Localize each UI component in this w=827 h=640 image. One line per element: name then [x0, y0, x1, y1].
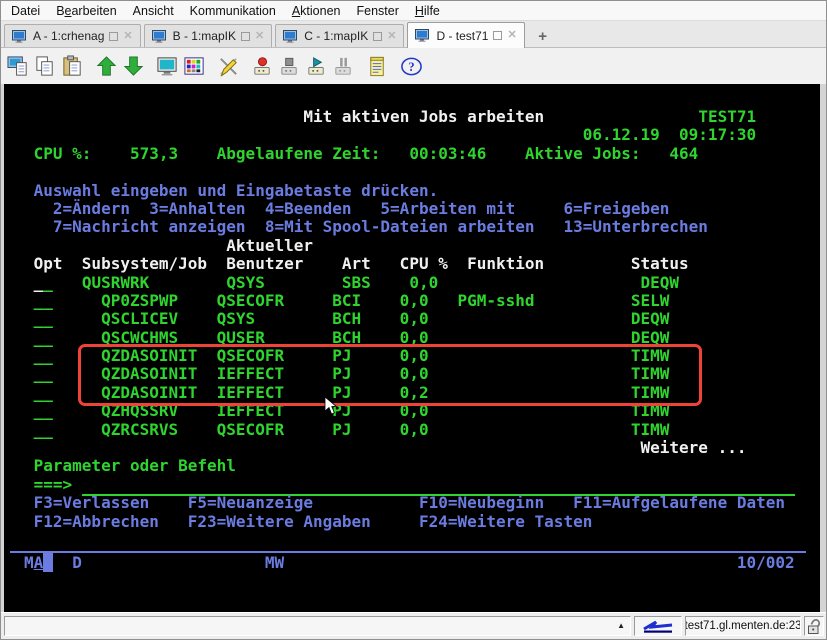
close-icon[interactable]: ✕: [255, 31, 264, 42]
toolbar: ?: [1, 48, 826, 84]
menu-datei[interactable]: Datei: [3, 2, 48, 20]
notes-icon: [366, 55, 389, 78]
terminal-row: Auswahl eingeben und Eingabetaste drücke…: [24, 182, 820, 200]
menu-hilfe[interactable]: Hilfe: [407, 2, 448, 20]
terminal-row: Parameter oder Befehl: [24, 457, 820, 475]
session-monitor-icon: [283, 30, 299, 43]
terminal-row: __ QZDASOINIT IEFFECT PJ 0,2 TIMW: [24, 384, 820, 402]
terminal-row: __ QZRCSRVS QSECOFR PJ 0,0 TIMW: [24, 421, 820, 439]
svg-text:?: ?: [408, 59, 414, 73]
receive-file-icon: [122, 55, 145, 78]
tab-bar-strip: A - 1:crhenag✕B - 1:mapIK✕C - 1:mapIK✕D …: [1, 21, 826, 48]
copy-screen-button[interactable]: [5, 52, 32, 80]
close-icon[interactable]: ✕: [387, 31, 396, 42]
terminal-row: F12=Abbrechen F23=Weitere Angaben F24=We…: [24, 513, 820, 531]
color-map-button[interactable]: [181, 52, 208, 80]
terminal-row: Weitere ...: [24, 439, 820, 457]
terminal-row: 2=Ändern 3=Anhalten 4=Beenden 5=Arbeiten…: [24, 200, 820, 218]
session-tab-c[interactable]: C - 1:mapIK ✕: [275, 24, 404, 47]
session-monitor-icon: [12, 30, 28, 43]
session-monitor-icon: [152, 30, 168, 43]
copy-icon: [34, 55, 57, 78]
tab-bar: A - 1:crhenag✕B - 1:mapIK✕C - 1:mapIK✕D …: [4, 22, 528, 47]
paste-button[interactable]: [59, 52, 86, 80]
terminal-row: __ QZHQSSRV IEFFECT PJ 0,0 TIMW: [24, 402, 820, 420]
help-icon: ?: [400, 55, 423, 78]
terminal-row: __ QZDASOINIT QSECOFR PJ 0,0 TIMW: [24, 347, 820, 365]
status-message-area: ▲: [4, 616, 631, 636]
host-address: test71.gl.menten.de:23: [685, 616, 801, 636]
lightning-icon: [641, 619, 675, 634]
notes-button[interactable]: [364, 52, 391, 80]
unlocked-padlock-icon: [807, 618, 822, 635]
terminal-row: ===>: [24, 476, 820, 494]
receive-file-button[interactable]: [120, 52, 147, 80]
edit-keymap-icon: [217, 55, 240, 78]
terminal-row: CPU %: 573,3 Abgelaufene Zeit: 00:03:46 …: [24, 145, 820, 163]
terminal-area[interactable]: Mit aktiven Jobs arbeiten TEST71 06.12.1…: [1, 84, 826, 612]
terminal-row: [24, 163, 820, 181]
edit-keymap-button[interactable]: [215, 52, 242, 80]
terminal-row: 06.12.19 09:17:30: [24, 126, 820, 144]
restore-window-icon[interactable]: [373, 32, 382, 41]
stop-macro-button[interactable]: [276, 52, 303, 80]
record-macro-button[interactable]: [249, 52, 276, 80]
close-icon[interactable]: ✕: [123, 31, 132, 42]
terminal-row: Opt Subsystem/Job Benutzer Art CPU % Fun…: [24, 255, 820, 273]
menu-bar: DateiBearbeitenAnsichtKommunikationAktio…: [1, 1, 826, 21]
terminal-row: __ QSCLICEV QSYS BCH 0,0 DEQW: [24, 310, 820, 328]
display-icon: [156, 55, 179, 78]
menu-aktionen[interactable]: Aktionen: [284, 2, 349, 20]
stop-macro-icon: [278, 55, 301, 78]
pause-macro-icon: [332, 55, 355, 78]
terminal-row: __ QUSRWRK QSYS SBS 0,0 DEQW: [24, 274, 820, 292]
help-button[interactable]: ?: [398, 52, 425, 80]
menu-fenster[interactable]: Fenster: [348, 2, 406, 20]
terminal-row: Aktueller: [24, 237, 820, 255]
session-monitor-icon: [415, 29, 431, 42]
color-map-icon: [183, 55, 206, 78]
tab-label: B - 1:mapIK: [173, 29, 236, 43]
pause-macro-button[interactable]: [330, 52, 357, 80]
terminal-row: __ QP0ZSPWP QSECOFR BCI 0,0 PGM-sshd SEL…: [24, 292, 820, 310]
session-tab-d[interactable]: D - test71 ✕: [407, 22, 524, 48]
oia-cursor-block: [43, 553, 53, 572]
play-macro-button[interactable]: [303, 52, 330, 80]
tab-label: C - 1:mapIK: [304, 29, 368, 43]
tab-label: D - test71: [436, 29, 488, 43]
restore-window-icon[interactable]: [241, 32, 250, 41]
send-file-icon: [95, 55, 118, 78]
terminal-row: 7=Nachricht anzeigen 8=Mit Spool-Dateien…: [24, 218, 820, 236]
paste-icon: [61, 55, 84, 78]
terminal-screen[interactable]: Mit aktiven Jobs arbeiten TEST71 06.12.1…: [4, 84, 820, 612]
terminal-row: Mit aktiven Jobs arbeiten TEST71: [24, 108, 820, 126]
status-bar: ▲ test71.gl.menten.de:23: [1, 612, 826, 639]
session-tab-a[interactable]: A - 1:crhenag ✕: [4, 24, 141, 47]
tab-label: A - 1:crhenag: [33, 29, 104, 43]
terminal-row: __ QZDASOINIT IEFFECT PJ 0,0 TIMW: [24, 365, 820, 383]
restore-window-icon[interactable]: [109, 32, 118, 41]
menu-bearbeiten[interactable]: Bearbeiten: [48, 2, 124, 20]
session-tab-b[interactable]: B - 1:mapIK ✕: [144, 24, 273, 47]
restore-window-icon[interactable]: [493, 31, 502, 40]
oia-status-row: MA D MW 10/002: [24, 554, 820, 572]
terminal-row: __ QSCWCHMS QUSER BCH 0,0 DEQW: [24, 329, 820, 347]
play-macro-icon: [305, 55, 328, 78]
copy-screen-icon: [7, 55, 30, 78]
record-macro-icon: [251, 55, 274, 78]
emulator-window: DateiBearbeitenAnsichtKommunikationAktio…: [0, 0, 827, 640]
terminal-row: [24, 531, 820, 549]
close-icon[interactable]: ✕: [507, 30, 516, 41]
terminal-row: F3=Verlassen F5=Neuanzeige F10=Neubeginn…: [24, 494, 820, 512]
menu-ansicht[interactable]: Ansicht: [125, 2, 182, 20]
copy-button[interactable]: [32, 52, 59, 80]
display-button[interactable]: [154, 52, 181, 80]
menu-kommunikation[interactable]: Kommunikation: [182, 2, 284, 20]
send-file-button[interactable]: [93, 52, 120, 80]
host-address-text: test71.gl.menten.de:23: [685, 620, 801, 632]
security-indicator: [804, 616, 824, 636]
connection-indicator: [634, 616, 682, 636]
expand-history-button[interactable]: ▲: [617, 622, 625, 630]
add-session-button[interactable]: +: [530, 25, 556, 47]
